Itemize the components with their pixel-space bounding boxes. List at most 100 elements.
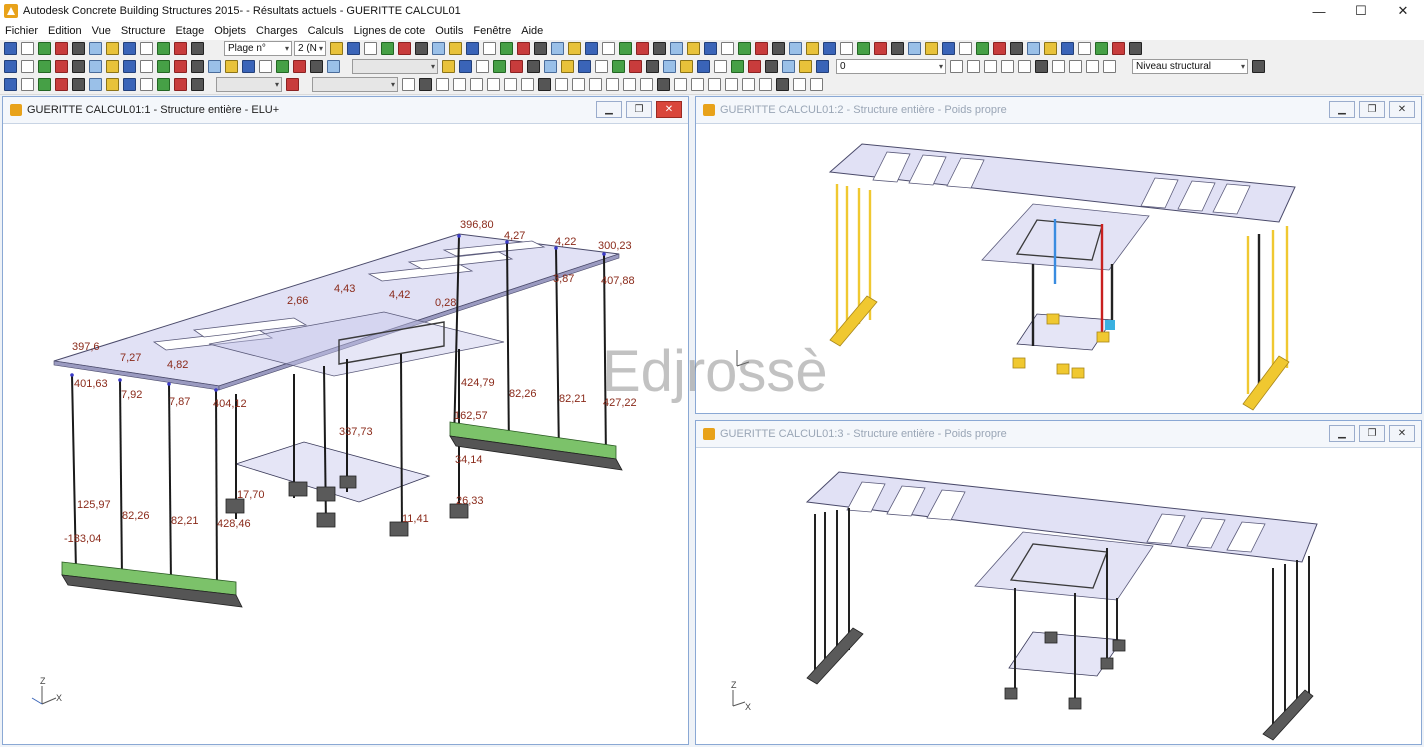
toolbar-button[interactable] — [755, 42, 768, 55]
toolbar-button[interactable] — [993, 42, 1006, 55]
toolbar-button[interactable] — [293, 60, 306, 73]
toolbar-button[interactable] — [578, 60, 591, 73]
toolbar-button[interactable] — [748, 60, 761, 73]
toolbar-button[interactable] — [38, 42, 51, 55]
toolbar-button[interactable] — [891, 42, 904, 55]
toolbar-button[interactable] — [242, 60, 255, 73]
toolbar-button[interactable] — [432, 42, 445, 55]
menu-fenetre[interactable]: Fenêtre — [468, 25, 516, 37]
minimize-icon[interactable]: ▁ — [1329, 101, 1355, 118]
toolbar-button[interactable] — [459, 60, 472, 73]
toolbar-button[interactable] — [4, 42, 17, 55]
menu-outils[interactable]: Outils — [430, 25, 468, 37]
disabled-combo[interactable]: ▾ — [352, 59, 438, 74]
toolbar-button[interactable] — [347, 42, 360, 55]
toolbar-button[interactable] — [657, 78, 670, 91]
toolbar-button[interactable] — [106, 60, 119, 73]
toolbar-button[interactable] — [782, 60, 795, 73]
toolbar-button[interactable] — [721, 42, 734, 55]
toolbar-button[interactable] — [538, 78, 551, 91]
toolbar-button[interactable] — [589, 78, 602, 91]
toolbar-button[interactable] — [1052, 60, 1065, 73]
toolbar-button[interactable] — [612, 60, 625, 73]
toolbar-button[interactable] — [415, 42, 428, 55]
view-window-2-titlebar[interactable]: GUERITTE CALCUL01:2 - Structure entière … — [696, 97, 1421, 124]
toolbar-button[interactable] — [908, 42, 921, 55]
menu-aide[interactable]: Aide — [516, 25, 548, 37]
toolbar-button[interactable] — [534, 42, 547, 55]
toolbar-button[interactable] — [1035, 60, 1048, 73]
toolbar-button[interactable] — [714, 60, 727, 73]
toolbar-button[interactable] — [140, 42, 153, 55]
toolbar-button[interactable] — [517, 42, 530, 55]
view-window-3-canvas[interactable]: Z X — [697, 448, 1420, 743]
toolbar-button[interactable] — [674, 78, 687, 91]
toolbar-button[interactable] — [708, 78, 721, 91]
toolbar-button[interactable] — [208, 60, 221, 73]
menu-etage[interactable]: Etage — [170, 25, 209, 37]
toolbar-button[interactable] — [449, 42, 462, 55]
menu-calculs[interactable]: Calculs — [303, 25, 349, 37]
view-window-3-titlebar[interactable]: GUERITTE CALCUL01:3 - Structure entière … — [696, 421, 1421, 448]
toolbar-button[interactable] — [1095, 42, 1108, 55]
toolbar-button[interactable] — [959, 42, 972, 55]
toolbar-button[interactable] — [725, 78, 738, 91]
toolbar-button[interactable] — [276, 60, 289, 73]
toolbar-button[interactable] — [453, 78, 466, 91]
view-window-1-titlebar[interactable]: GUERITTE CALCUL01:1 - Structure entière … — [3, 97, 688, 124]
toolbar-button[interactable] — [967, 60, 980, 73]
toolbar-button[interactable] — [793, 78, 806, 91]
disabled-combo-2[interactable]: ▾ — [216, 77, 282, 92]
view-window-3[interactable]: GUERITTE CALCUL01:3 - Structure entière … — [695, 420, 1422, 745]
toolbar-button[interactable] — [595, 60, 608, 73]
toolbar-button[interactable] — [38, 78, 51, 91]
toolbar-button[interactable] — [629, 60, 642, 73]
toolbar-button[interactable] — [191, 78, 204, 91]
menu-edition[interactable]: Edition — [43, 25, 87, 37]
toolbar-button[interactable] — [364, 42, 377, 55]
toolbar-button[interactable] — [572, 78, 585, 91]
toolbar-button[interactable] — [950, 60, 963, 73]
toolbar-button[interactable] — [476, 60, 489, 73]
menu-charges[interactable]: Charges — [251, 25, 303, 37]
toolbar-button[interactable] — [174, 78, 187, 91]
toolbar-button[interactable] — [976, 42, 989, 55]
toolbar-button[interactable] — [759, 78, 772, 91]
toolbar-button[interactable] — [38, 60, 51, 73]
toolbar-button[interactable] — [555, 78, 568, 91]
toolbar-button[interactable] — [1061, 42, 1074, 55]
toolbar-button[interactable] — [561, 60, 574, 73]
toolbar-button[interactable] — [687, 42, 700, 55]
toolbar-button[interactable] — [704, 42, 717, 55]
toolbar-button[interactable] — [544, 60, 557, 73]
toolbar-button[interactable] — [636, 42, 649, 55]
view-window-2[interactable]: GUERITTE CALCUL01:2 - Structure entière … — [695, 96, 1422, 414]
toolbar-button[interactable] — [89, 60, 102, 73]
toolbar-button[interactable] — [738, 42, 751, 55]
level-combo-2[interactable]: 2 (N ▾ — [294, 41, 326, 56]
minimize-icon[interactable]: ▁ — [1329, 425, 1355, 442]
toolbar-button[interactable] — [623, 78, 636, 91]
toolbar-button[interactable] — [470, 78, 483, 91]
restore-icon[interactable]: ❐ — [1359, 101, 1385, 118]
minimize-icon[interactable]: — — [1298, 0, 1340, 22]
level-combo[interactable]: Plage n° ▾ — [224, 41, 292, 56]
toolbar-button[interactable] — [1001, 60, 1014, 73]
maximize-icon[interactable]: ☐ — [1340, 0, 1382, 22]
toolbar-button[interactable] — [4, 60, 17, 73]
disabled-combo-3[interactable]: ▾ — [312, 77, 398, 92]
toolbar-button[interactable] — [381, 42, 394, 55]
toolbar-button[interactable] — [527, 60, 540, 73]
minimize-icon[interactable]: ▁ — [596, 101, 622, 118]
toolbar-button[interactable] — [1044, 42, 1057, 55]
toolbar-button[interactable] — [327, 60, 340, 73]
toolbar-button[interactable] — [551, 42, 564, 55]
toolbar-button[interactable] — [799, 60, 812, 73]
toolbar-button[interactable] — [259, 60, 272, 73]
layer-combo[interactable]: 0 ▾ — [836, 59, 946, 74]
toolbar-button[interactable] — [857, 42, 870, 55]
toolbar-button[interactable] — [619, 42, 632, 55]
toolbar-button[interactable] — [731, 60, 744, 73]
toolbar-button[interactable] — [823, 42, 836, 55]
close-icon[interactable]: ✕ — [1389, 425, 1415, 442]
